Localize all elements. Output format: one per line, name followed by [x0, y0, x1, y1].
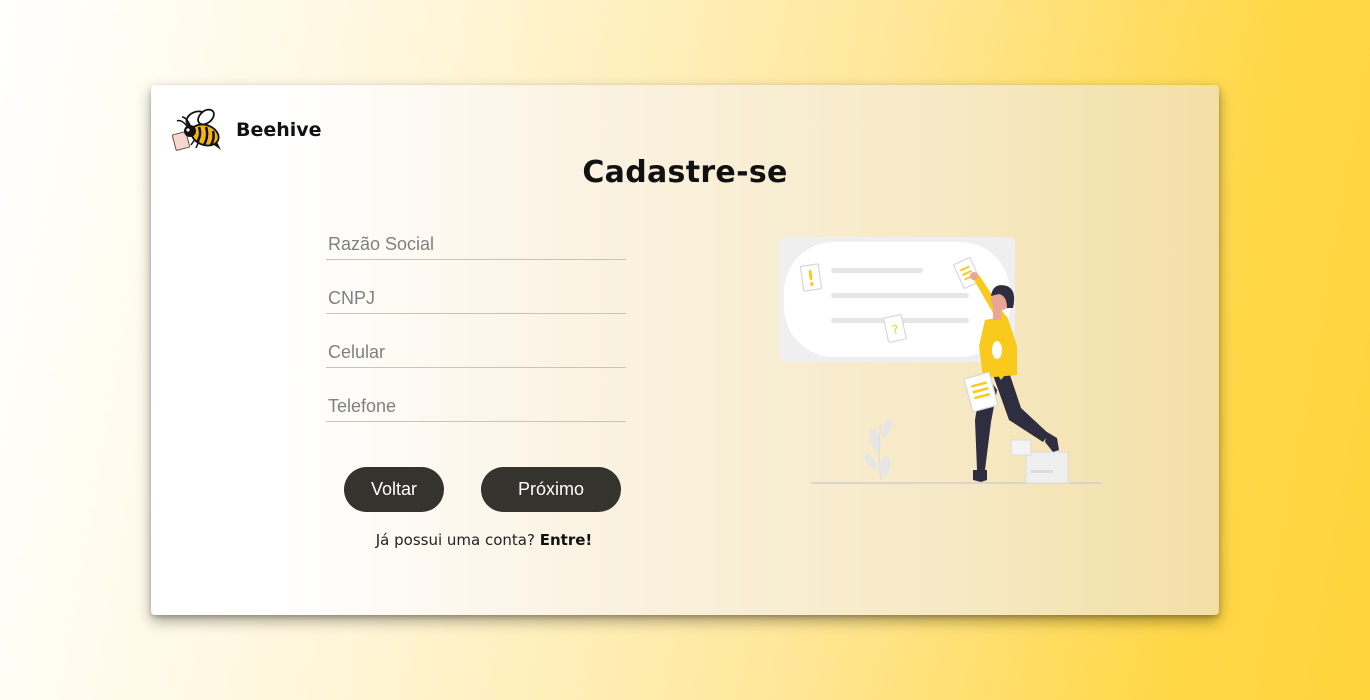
- brand: Beehive: [171, 105, 322, 155]
- cnpj-field[interactable]: [326, 284, 626, 314]
- login-link[interactable]: Entre!: [540, 531, 593, 549]
- telefone-field[interactable]: [326, 392, 626, 422]
- signup-form: [326, 230, 626, 446]
- login-prompt: Já possui uma conta? Entre!: [326, 531, 642, 549]
- celular-field[interactable]: [326, 338, 626, 368]
- back-button[interactable]: Voltar: [344, 467, 444, 512]
- signup-card: Beehive Cadastre-se Voltar Próximo Já po…: [151, 85, 1219, 615]
- login-prompt-text: Já possui uma conta?: [375, 531, 535, 549]
- woman-with-notes-illustration: ?: [779, 237, 1101, 484]
- razao-social-field[interactable]: [326, 230, 626, 260]
- next-button[interactable]: Próximo: [481, 467, 621, 512]
- brand-name: Beehive: [236, 119, 322, 141]
- bee-icon: [171, 108, 221, 151]
- page-title: Cadastre-se: [582, 155, 788, 190]
